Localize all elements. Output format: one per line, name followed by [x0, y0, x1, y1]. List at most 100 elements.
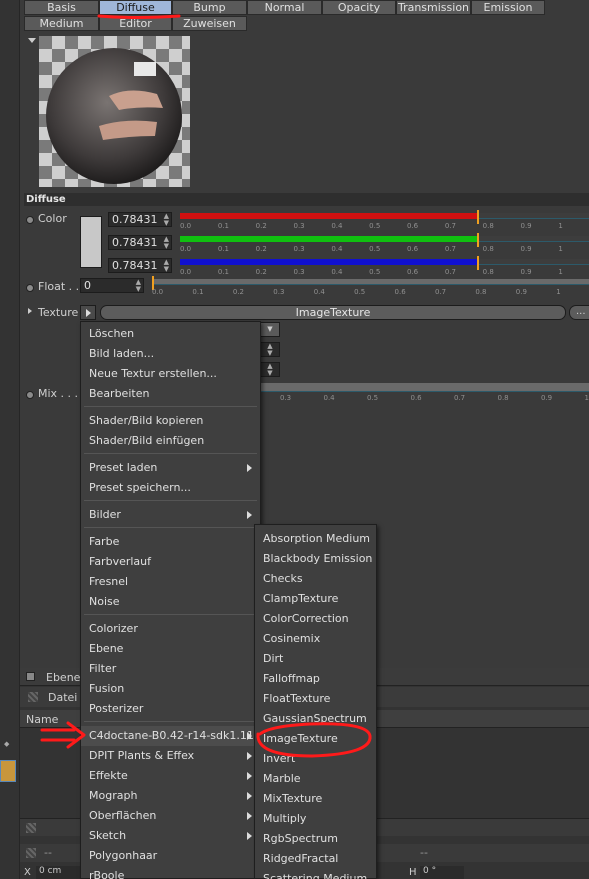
grip-icon[interactable]	[26, 823, 36, 833]
updown-icon[interactable]: ◆	[4, 740, 14, 748]
submenu-item[interactable]: Scattering Medium	[255, 869, 376, 879]
menu-item[interactable]: rBoole	[81, 866, 260, 879]
tab-medium[interactable]: Medium	[24, 16, 99, 31]
color-r-slider[interactable]: 0.0 0.1 0.2 0.3 0.4 0.5 0.6 0.7 0.8 0.9 1	[180, 210, 589, 233]
grip-icon[interactable]	[26, 848, 36, 858]
menu-item[interactable]: Farbe	[81, 532, 260, 552]
tick-label: 0.7	[434, 288, 447, 296]
tick-label: 0.7	[454, 394, 466, 402]
submenu-item[interactable]: Multiply	[255, 809, 376, 829]
slider-tick-labels: 0.0 0.1 0.2 0.3 0.4 0.5 0.6 0.7 0.8 0.9 1	[180, 268, 589, 277]
tick-label: 0.7	[444, 222, 456, 230]
datei-menu[interactable]: Datei	[48, 691, 77, 704]
texture-shader-button[interactable]: ImageTexture	[100, 305, 566, 320]
spinner-icon[interactable]: ▲ ▼	[136, 279, 141, 293]
tick-label: 0.7	[444, 245, 456, 253]
menu-item[interactable]: Shader/Bild einfügen	[81, 431, 260, 451]
tick-label: 0.6	[406, 245, 419, 253]
mix-slider[interactable]	[260, 383, 589, 392]
menu-item[interactable]: Löschen	[81, 324, 260, 344]
color-g-field[interactable]: 0.78431 ▲ ▼	[108, 235, 172, 250]
tick-label: 1	[558, 268, 563, 276]
submenu-item[interactable]: Blackbody Emission	[255, 549, 376, 569]
submenu-item[interactable]: RidgedFractal	[255, 849, 376, 869]
menu-item-label: Neue Textur erstellen...	[89, 367, 217, 380]
submenu-item[interactable]: Marble	[255, 769, 376, 789]
menu-item[interactable]: Shader/Bild kopieren	[81, 411, 260, 431]
grip-icon[interactable]	[28, 692, 38, 702]
color-b-slider[interactable]: 0.0 0.1 0.2 0.3 0.4 0.5 0.6 0.7 0.8 0.9 1	[180, 256, 589, 279]
h-rot-field[interactable]: 0 °	[420, 866, 464, 879]
menu-item[interactable]: Neue Textur erstellen...	[81, 364, 260, 384]
menu-item-label: Noise	[89, 595, 120, 608]
red-underline-annotation	[97, 14, 181, 19]
menu-item[interactable]: Colorizer	[81, 619, 260, 639]
submenu-arrow-icon	[247, 464, 252, 472]
menu-item[interactable]: Noise	[81, 592, 260, 612]
menu-item[interactable]: Oberflächen	[81, 806, 260, 826]
submenu-item[interactable]: Checks	[255, 569, 376, 589]
collapse-arrow-icon[interactable]	[28, 38, 36, 43]
spinner-icon[interactable]: ▲ ▼	[260, 342, 280, 357]
menu-item[interactable]: C4doctane-B0.42-r14-sdk1.11	[81, 726, 260, 746]
float-field[interactable]: 0 ▲ ▼	[80, 278, 144, 293]
menu-item[interactable]: Bild laden...	[81, 344, 260, 364]
menu-item[interactable]: Mograph	[81, 786, 260, 806]
tick-label: 0.8	[482, 245, 494, 253]
tick-label: 0.0	[180, 222, 192, 230]
tick-label: 0.2	[255, 245, 267, 253]
float-slider[interactable]: 0.0 0.1 0.2 0.3 0.4 0.5 0.6 0.7 0.8 0.9 1	[152, 276, 589, 299]
tick-label: 0.7	[444, 268, 456, 276]
dropdown-arrow-icon[interactable]: ▼	[260, 322, 280, 337]
mix-radio[interactable]	[26, 389, 34, 402]
menu-item[interactable]: Filter	[81, 659, 260, 679]
texture-menu-button[interactable]	[80, 305, 96, 320]
submenu-item[interactable]: Dirt	[255, 649, 376, 669]
menu-item[interactable]: Fusion	[81, 679, 260, 699]
submenu-item[interactable]: ColorCorrection	[255, 609, 376, 629]
submenu-item[interactable]: FloatTexture	[255, 689, 376, 709]
color-r-field[interactable]: 0.78431 ▲ ▼	[108, 212, 172, 227]
color-b-field[interactable]: 0.78431 ▲ ▼	[108, 258, 172, 273]
menu-item[interactable]: Bearbeiten	[81, 384, 260, 404]
menu-item[interactable]: Fresnel	[81, 572, 260, 592]
menu-item-label: Löschen	[89, 327, 135, 340]
color-swatch[interactable]	[80, 216, 102, 268]
menu-item[interactable]: Ebene	[81, 639, 260, 659]
submenu-item[interactable]: Cosinemix	[255, 629, 376, 649]
x-coord-field[interactable]: 0 cm	[36, 866, 80, 879]
menu-item[interactable]: Effekte	[81, 766, 260, 786]
tab-emission[interactable]: Emission	[471, 0, 545, 15]
float-radio[interactable]	[26, 282, 34, 295]
spinner-icon[interactable]: ▲ ▼	[164, 259, 169, 273]
tick-label: 0.0	[180, 245, 192, 253]
film-strip-icon[interactable]	[0, 760, 16, 782]
submenu-item[interactable]: MixTexture	[255, 789, 376, 809]
color-radio[interactable]	[26, 214, 34, 227]
spinner-icon[interactable]: ▲ ▼	[260, 362, 280, 377]
tab-basis[interactable]: Basis	[24, 0, 99, 15]
submenu-item[interactable]: Absorption Medium	[255, 529, 376, 549]
submenu-item[interactable]: Falloffmap	[255, 669, 376, 689]
spinner-icon[interactable]: ▲ ▼	[164, 213, 169, 227]
menu-item[interactable]: Posterizer	[81, 699, 260, 719]
menu-item[interactable]: Polygonhaar	[81, 846, 260, 866]
menu-item[interactable]: Bilder	[81, 505, 260, 525]
slider-track[interactable]	[152, 279, 589, 285]
tab-opacity[interactable]: Opacity	[322, 0, 396, 15]
menu-item[interactable]: Preset laden	[81, 458, 260, 478]
menu-item[interactable]: DPIT Plants & Effex	[81, 746, 260, 766]
submenu-item[interactable]: ClampTexture	[255, 589, 376, 609]
tick-label: 0.3	[293, 268, 305, 276]
menu-item[interactable]: Preset speichern...	[81, 478, 260, 498]
menu-item[interactable]: Sketch	[81, 826, 260, 846]
menu-item[interactable]: Farbverlauf	[81, 552, 260, 572]
texture-more-button[interactable]: ...	[569, 305, 589, 320]
tab-normal[interactable]: Normal	[247, 0, 322, 15]
tab-transmission[interactable]: Transmission	[396, 0, 471, 15]
tick-label: 1	[584, 394, 589, 402]
texture-expand-icon[interactable]	[28, 308, 32, 314]
color-g-slider[interactable]: 0.0 0.1 0.2 0.3 0.4 0.5 0.6 0.7 0.8 0.9 1	[180, 233, 589, 256]
spinner-icon[interactable]: ▲ ▼	[164, 236, 169, 250]
submenu-item[interactable]: RgbSpectrum	[255, 829, 376, 849]
